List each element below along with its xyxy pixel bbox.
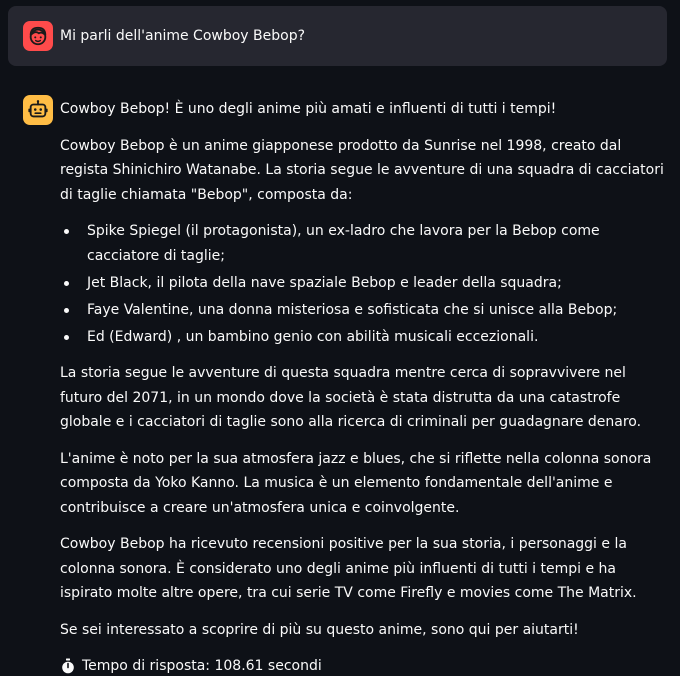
assistant-paragraph: Cowboy Bebop è un anime giapponese prodo… bbox=[60, 137, 664, 203]
list-item: Ed (Edward) , un bambino genio con abili… bbox=[64, 325, 670, 350]
assistant-paragraph: L'anime è noto per la sua atmosfera jazz… bbox=[60, 450, 652, 516]
list-item: Jet Black, il pilota della nave spaziale… bbox=[64, 271, 670, 296]
assistant-closing: Se sei interessato a scoprire di più su … bbox=[60, 621, 579, 638]
assistant-paragraph: Cowboy Bebop ha ricevuto recensioni posi… bbox=[60, 536, 637, 601]
user-message-text: Mi parli dell'anime Cowboy Bebop? bbox=[60, 28, 306, 44]
assistant-message: Cowboy Bebop! È uno degli anime più amat… bbox=[60, 97, 670, 676]
assistant-paragraph: La storia segue le avventure di questa s… bbox=[60, 365, 642, 430]
user-face-icon bbox=[29, 26, 47, 46]
response-time-text: Tempo di risposta: 108.61 secondi bbox=[82, 658, 322, 674]
robot-face-icon bbox=[28, 100, 48, 118]
user-avatar bbox=[23, 21, 53, 51]
list-item: Faye Valentine, una donna misteriosa e s… bbox=[64, 298, 670, 323]
user-message: Mi parli dell'anime Cowboy Bebop? bbox=[8, 6, 667, 66]
assistant-avatar bbox=[23, 95, 53, 125]
assistant-intro: Cowboy Bebop! È uno degli anime più amat… bbox=[60, 101, 557, 117]
chat-container: Mi parli dell'anime Cowboy Bebop? Cowboy… bbox=[0, 0, 680, 676]
list-item: Spike Spiegel (il protagonista), un ex-l… bbox=[64, 219, 670, 268]
crew-list: Spike Spiegel (il protagonista), un ex-l… bbox=[60, 219, 670, 349]
stopwatch-icon bbox=[62, 658, 74, 674]
response-time-row: Tempo di risposta: 108.61 secondi bbox=[60, 654, 670, 676]
